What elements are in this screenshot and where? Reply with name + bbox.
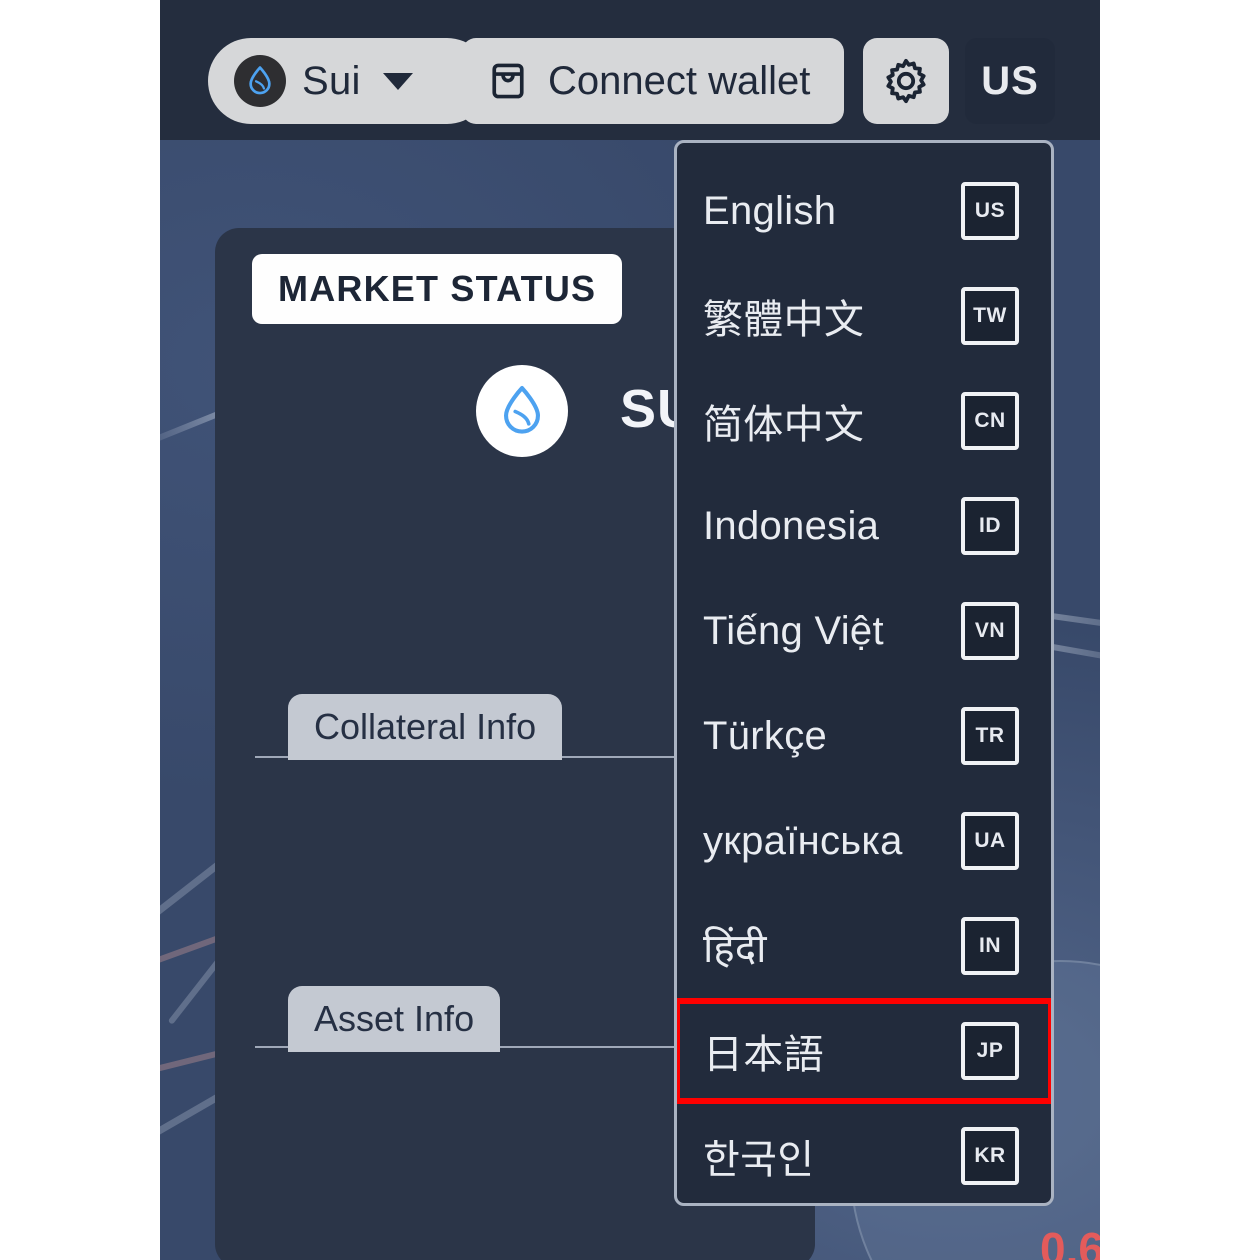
language-option-us[interactable]: English US [677, 161, 1051, 261]
market-status-title: MARKET STATUS [252, 254, 623, 324]
top-bar: Sui Connect wallet US [160, 0, 1100, 140]
language-option-label: 한국인 [703, 1138, 815, 1182]
sui-droplet-icon [234, 55, 286, 107]
language-option-label: 简体中文 [703, 403, 865, 447]
language-option-tr[interactable]: Türkçe TR [677, 686, 1051, 786]
settings-button[interactable] [863, 38, 949, 124]
flag-badge-jp-icon: JP [961, 1022, 1019, 1080]
connect-wallet-button[interactable]: Connect wallet [462, 38, 844, 124]
language-option-cn[interactable]: 简体中文 CN [677, 371, 1051, 471]
sui-droplet-icon [476, 365, 568, 457]
app-viewport: MARKET STATUS SUI Price Address Collater… [160, 0, 1100, 1260]
language-option-in[interactable]: हिंदी IN [677, 896, 1051, 996]
language-option-kr[interactable]: 한국인 KR [677, 1106, 1051, 1203]
flag-badge-id-icon: ID [961, 497, 1019, 555]
language-option-label: 繁體中文 [703, 298, 865, 342]
connect-wallet-label: Connect wallet [548, 58, 811, 103]
language-option-label: हिंदी [703, 926, 767, 971]
language-option-id[interactable]: Indonesia ID [677, 476, 1051, 576]
language-option-label: Türkçe [703, 713, 828, 758]
flag-badge-kr-icon: KR [961, 1127, 1019, 1185]
flag-badge-vn-icon: VN [961, 602, 1019, 660]
language-option-jp[interactable]: 日本語 JP [677, 998, 1051, 1104]
flag-badge-cn-icon: CN [961, 392, 1019, 450]
flag-badge-in-icon: IN [961, 917, 1019, 975]
language-option-label: 日本語 [703, 1033, 824, 1077]
language-option-label: Tiếng Việt [703, 608, 884, 653]
chain-name-label: Sui [302, 58, 361, 103]
language-dropdown-menu: English US 繁體中文 TW 简体中文 CN Indonesia ID Tiếng Vi… [674, 140, 1054, 1206]
borrow-apy-value: 0.61% [1040, 1223, 1100, 1260]
language-option-label: English [703, 188, 837, 233]
language-option-vn[interactable]: Tiếng Việt VN [677, 581, 1051, 681]
flag-badge-tr-icon: TR [961, 707, 1019, 765]
gear-icon [882, 57, 930, 105]
language-option-tw[interactable]: 繁體中文 TW [677, 266, 1051, 366]
wallet-icon [486, 59, 530, 103]
locale-selector-button[interactable]: US [965, 38, 1055, 124]
chain-selector-button[interactable]: Sui [208, 38, 490, 124]
chevron-down-icon [382, 72, 413, 90]
tab-asset-info[interactable]: Asset Info [288, 986, 501, 1052]
flag-badge-us-icon: US [961, 182, 1019, 240]
tab-collateral-info[interactable]: Collateral Info [288, 694, 563, 760]
flag-badge-tw-icon: TW [961, 287, 1019, 345]
language-option-ua[interactable]: українська UA [677, 791, 1051, 891]
language-option-label: Indonesia [703, 503, 880, 548]
flag-badge-ua-icon: UA [961, 812, 1019, 870]
language-option-label: українська [703, 818, 903, 863]
